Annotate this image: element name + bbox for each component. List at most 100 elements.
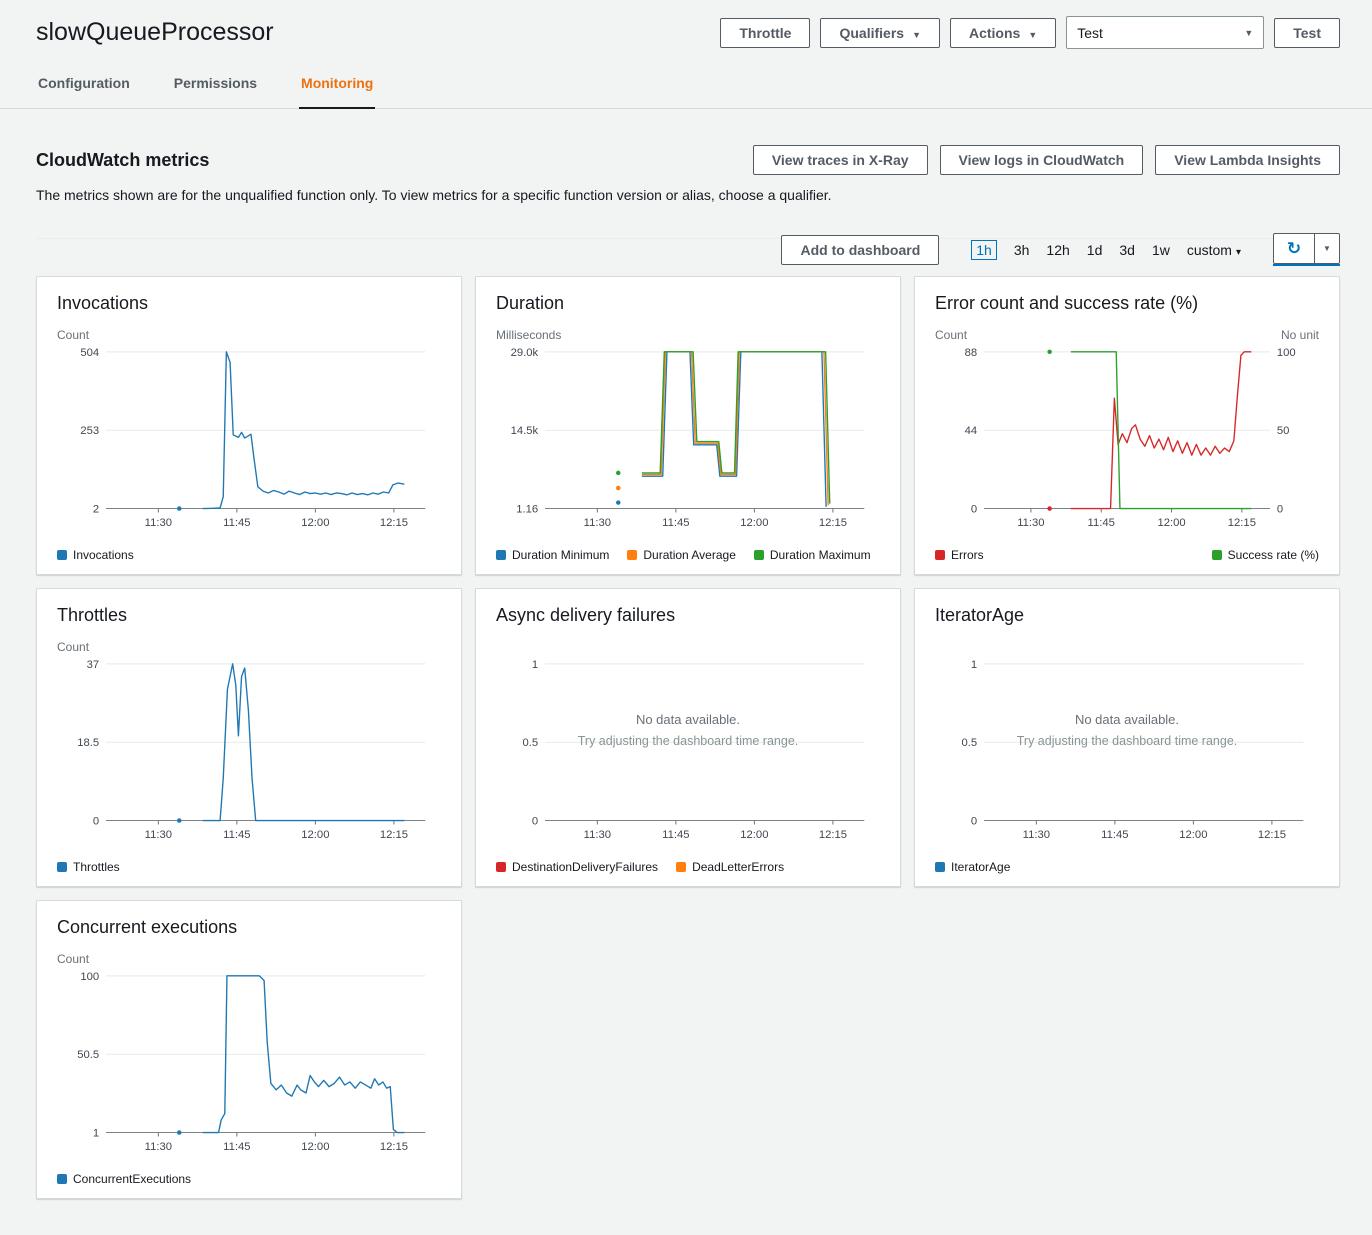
svg-text:12:15: 12:15 [380, 829, 408, 841]
chart-area[interactable]: 10050.5111:3011:4512:0012:15 No data ava… [57, 968, 441, 1164]
svg-text:12:00: 12:00 [301, 1141, 329, 1153]
actions-button[interactable]: Actions▼ [950, 18, 1056, 48]
metric-card: Invocations Count 504253211:3011:4512:00… [36, 276, 462, 575]
legend-swatch [496, 550, 506, 560]
svg-text:11:30: 11:30 [145, 829, 172, 841]
svg-text:88: 88 [965, 347, 978, 359]
time-range-1h[interactable]: 1h [971, 240, 997, 260]
chart-area[interactable]: 29.0k14.5k1.1611:3011:4512:0012:15 No da… [496, 344, 880, 540]
legend-swatch [57, 550, 67, 560]
legend-item[interactable]: Duration Maximum [754, 548, 871, 562]
monitoring-content: CloudWatch metrics View traces in X-Ray … [0, 145, 1372, 1235]
svg-text:1: 1 [532, 659, 538, 671]
svg-text:12:15: 12:15 [1258, 829, 1286, 841]
legend-item[interactable]: Invocations [57, 548, 134, 562]
chart-area[interactable]: 8844010050011:3011:4512:0012:15 No data … [935, 344, 1319, 540]
legend-swatch [57, 1174, 67, 1184]
chevron-down-icon: ▼ [1028, 30, 1037, 40]
svg-text:11:30: 11:30 [1017, 517, 1044, 529]
time-range-12h[interactable]: 12h [1046, 242, 1069, 258]
legend-label: ConcurrentExecutions [73, 1172, 191, 1186]
legend-item[interactable]: Success rate (%) [1212, 548, 1319, 562]
metric-chart: 10.5011:3011:4512:0012:15 [935, 656, 1319, 852]
y-axis-unit-label: Milliseconds [496, 328, 561, 342]
svg-text:0: 0 [93, 815, 99, 827]
view-lambda-insights-button[interactable]: View Lambda Insights [1155, 145, 1340, 175]
chart-area[interactable]: 504253211:3011:4512:0012:15 No data avai… [57, 344, 441, 540]
refresh-options-button[interactable]: ▼ [1315, 233, 1340, 264]
legend-item[interactable]: ConcurrentExecutions [57, 1172, 191, 1186]
svg-text:253: 253 [80, 425, 99, 437]
time-range-1d[interactable]: 1d [1087, 242, 1103, 258]
chart-legend: IteratorAge [935, 858, 1319, 876]
svg-text:1.16: 1.16 [516, 503, 538, 515]
time-range-3h[interactable]: 3h [1014, 242, 1030, 258]
metrics-grid: Invocations Count 504253211:3011:4512:00… [36, 276, 1340, 1199]
metric-card-title: Error count and success rate (%) [935, 293, 1319, 314]
svg-text:11:45: 11:45 [662, 829, 689, 841]
time-range-3d[interactable]: 3d [1119, 242, 1135, 258]
legend-item[interactable]: DestinationDeliveryFailures [496, 860, 658, 874]
svg-text:12:15: 12:15 [819, 829, 847, 841]
throttle-button[interactable]: Throttle [720, 18, 810, 48]
no-data-line2: Try adjusting the dashboard time range. [935, 734, 1319, 748]
svg-text:0: 0 [971, 503, 977, 515]
legend-item[interactable]: Duration Average [627, 548, 736, 562]
svg-text:0: 0 [532, 815, 538, 827]
refresh-icon: ↻ [1287, 239, 1301, 258]
legend-swatch [1212, 550, 1222, 560]
test-event-select[interactable]: Test ▼ [1066, 16, 1264, 49]
view-traces-xray-button[interactable]: View traces in X-Ray [753, 145, 928, 175]
svg-text:12:00: 12:00 [740, 517, 768, 529]
cloudwatch-metrics-heading: CloudWatch metrics [36, 150, 753, 171]
add-to-dashboard-button[interactable]: Add to dashboard [781, 235, 939, 265]
time-range-1w[interactable]: 1w [1152, 242, 1170, 258]
svg-text:0: 0 [971, 815, 977, 827]
metric-card: Concurrent executions Count 10050.5111:3… [36, 900, 462, 1199]
chart-legend: DestinationDeliveryFailures DeadLetterErr… [496, 858, 880, 876]
legend-swatch [935, 862, 945, 872]
legend-item[interactable]: DeadLetterErrors [676, 860, 784, 874]
legend-item[interactable]: Throttles [57, 860, 120, 874]
no-data-message: No data available. Try adjusting the das… [496, 712, 880, 748]
refresh-button[interactable]: ↻ [1273, 233, 1315, 264]
function-name: slowQueueProcessor [36, 18, 720, 47]
svg-text:1: 1 [93, 1127, 99, 1139]
chevron-down-icon: ▼ [1244, 28, 1253, 38]
tab-monitoring[interactable]: Monitoring [299, 69, 375, 109]
legend-item[interactable]: IteratorAge [935, 860, 1010, 874]
view-logs-cloudwatch-button[interactable]: View logs in CloudWatch [940, 145, 1144, 175]
metric-card-title: IteratorAge [935, 605, 1319, 626]
legend-label: Errors [951, 548, 984, 562]
axis-unit-row [496, 640, 880, 654]
svg-text:0: 0 [1277, 503, 1283, 515]
qualifiers-button[interactable]: Qualifiers▼ [820, 18, 940, 48]
chart-area[interactable]: 10.5011:3011:4512:0012:15 No data availa… [935, 656, 1319, 852]
svg-text:11:45: 11:45 [1088, 517, 1115, 529]
y-axis-unit-label: Count [57, 952, 89, 966]
test-button[interactable]: Test [1274, 18, 1340, 48]
svg-text:11:45: 11:45 [662, 517, 689, 529]
axis-unit-row [935, 640, 1319, 654]
tab-configuration[interactable]: Configuration [36, 69, 132, 109]
chart-area[interactable]: 10.5011:3011:4512:0012:15 No data availa… [496, 656, 880, 852]
svg-text:37: 37 [87, 659, 100, 671]
metric-chart: 29.0k14.5k1.1611:3011:4512:0012:15 [496, 344, 880, 540]
test-event-selected-value: Test [1077, 25, 1103, 41]
axis-unit-row: Count [57, 328, 441, 342]
no-data-line1: No data available. [935, 712, 1319, 727]
svg-text:100: 100 [80, 971, 99, 983]
legend-item[interactable]: Duration Minimum [496, 548, 609, 562]
chart-area[interactable]: 3718.5011:3011:4512:0012:15 No data avai… [57, 656, 441, 852]
tab-permissions[interactable]: Permissions [172, 69, 259, 109]
legend-swatch [496, 862, 506, 872]
svg-text:12:00: 12:00 [301, 517, 329, 529]
legend-swatch [676, 862, 686, 872]
legend-item[interactable]: Errors [935, 548, 984, 562]
chevron-down-icon: ▼ [1323, 244, 1331, 253]
chart-toolbar: Add to dashboard 1h 3h 12h 1d 3d 1w cust… [36, 233, 1340, 266]
time-range-custom[interactable]: custom▾ [1187, 242, 1241, 258]
svg-text:12:15: 12:15 [380, 517, 408, 529]
metric-card-title: Duration [496, 293, 880, 314]
metrics-description: The metrics shown are for the unqualifie… [36, 187, 1340, 203]
